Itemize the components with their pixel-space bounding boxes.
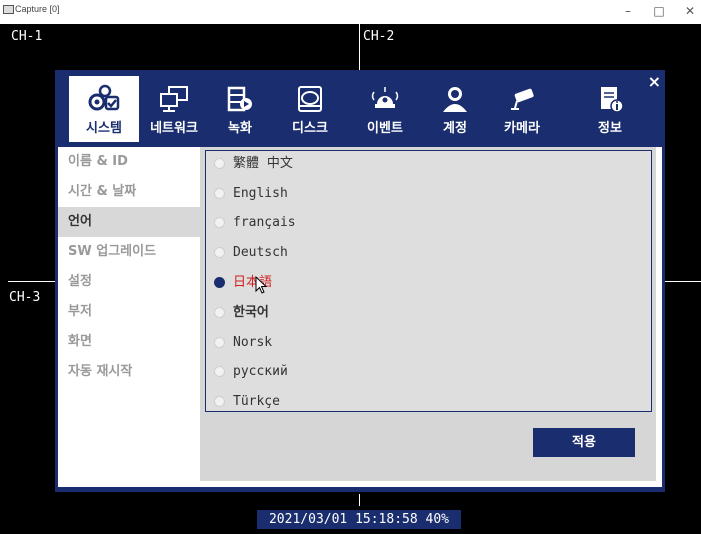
menu-item-time-date[interactable]: 시간 & 날짜 — [58, 177, 200, 207]
status-bar: 2021/03/01 15:18:58 40% — [257, 510, 461, 529]
tab-label: 이벤트 — [367, 121, 403, 136]
tab-info[interactable]: 정보 — [575, 76, 645, 142]
window-title: Capture [0] — [15, 4, 60, 14]
close-window-button[interactable]: ✕ — [679, 2, 701, 20]
radio-button[interactable] — [214, 307, 225, 318]
language-option-english[interactable]: English — [214, 182, 288, 206]
radio-button[interactable] — [214, 337, 225, 348]
tab-label: 시스템 — [86, 121, 122, 136]
language-panel: 繁體 中文 English français Deutsch 日本語 한국어 N… — [200, 147, 656, 481]
tab-account[interactable]: 계정 — [420, 76, 490, 142]
tab-label: 네트워크 — [150, 121, 198, 136]
dialog-body: 이름 & ID 시간 & 날짜 언어 SW 업그레이드 설정 부저 화면 자동 … — [58, 147, 662, 487]
system-menu: 이름 & ID 시간 & 날짜 언어 SW 업그레이드 설정 부저 화면 자동 … — [58, 147, 200, 487]
app-icon — [3, 5, 14, 14]
language-option-german[interactable]: Deutsch — [214, 241, 288, 265]
language-option-turkish[interactable]: Türkçe — [214, 390, 280, 414]
tab-disk[interactable]: 디스크 — [275, 76, 345, 142]
info-icon — [601, 87, 624, 113]
disk-icon — [298, 86, 322, 112]
tab-label: 녹화 — [228, 121, 252, 136]
menu-item-settings[interactable]: 설정 — [58, 267, 200, 297]
storage-percent: 40% — [425, 512, 450, 527]
menu-item-sw-upgrade[interactable]: SW 업그레이드 — [58, 237, 200, 267]
record-icon — [227, 86, 252, 112]
language-list: 繁體 中文 English français Deutsch 日本語 한국어 N… — [205, 150, 652, 412]
radio-button[interactable] — [214, 396, 225, 407]
tab-record[interactable]: 녹화 — [205, 76, 275, 142]
tab-camera[interactable]: 카메라 — [487, 76, 557, 142]
tab-label: 계정 — [443, 121, 467, 136]
radio-button[interactable] — [214, 366, 225, 377]
radio-button-selected[interactable] — [214, 277, 225, 288]
radio-button[interactable] — [214, 188, 225, 199]
language-option-russian[interactable]: русский — [214, 360, 288, 384]
language-option-korean[interactable]: 한국어 — [214, 301, 269, 325]
maximize-button[interactable]: □ — [648, 2, 670, 20]
menu-item-name-id[interactable]: 이름 & ID — [58, 147, 200, 177]
radio-button[interactable] — [214, 158, 225, 169]
grid-divider-vertical-top — [359, 24, 360, 70]
channel-label-1: CH-1 — [11, 29, 43, 44]
apply-button[interactable]: 적용 — [533, 428, 635, 457]
tab-bar: 시스템 네트워크 녹화 디스크 이벤트 계정 카메라 정보 — [55, 70, 665, 144]
radio-button[interactable] — [214, 217, 225, 228]
language-option-norwegian[interactable]: Norsk — [214, 331, 272, 355]
gears-icon — [88, 84, 120, 111]
menu-item-language[interactable]: 언어 — [58, 207, 200, 237]
minimize-button[interactable]: – — [617, 2, 639, 20]
grid-divider-vertical-bottom — [359, 494, 360, 506]
radio-button[interactable] — [214, 247, 225, 258]
window-titlebar: Capture [0] – □ ✕ — [0, 0, 701, 24]
alarm-icon — [371, 87, 399, 108]
tab-label: 카메라 — [504, 121, 540, 136]
tab-system[interactable]: 시스템 — [69, 76, 139, 142]
grid-divider-horizontal-right — [665, 281, 701, 282]
camera-icon — [511, 88, 534, 110]
tab-event[interactable]: 이벤트 — [350, 76, 420, 142]
menu-item-auto-restart[interactable]: 자동 재시작 — [58, 357, 200, 387]
tab-label: 디스크 — [292, 121, 328, 136]
menu-item-buzzer[interactable]: 부저 — [58, 297, 200, 327]
settings-dialog: × 시스템 네트워크 녹화 디스크 이벤트 계정 카메라 정보 이름 & ID … — [55, 70, 665, 492]
user-icon — [443, 87, 467, 112]
channel-label-2: CH-2 — [363, 29, 395, 44]
language-option-french[interactable]: français — [214, 211, 296, 235]
grid-divider-horizontal-left — [8, 281, 55, 282]
datetime-text: 2021/03/01 15:18:58 — [268, 512, 418, 527]
menu-item-display[interactable]: 화면 — [58, 327, 200, 357]
network-icon — [160, 86, 188, 112]
channel-label-3: CH-3 — [9, 290, 41, 305]
language-option-traditional-chinese[interactable]: 繁體 中文 — [214, 152, 293, 176]
tab-label: 정보 — [598, 121, 622, 136]
tab-network[interactable]: 네트워크 — [139, 76, 209, 142]
mouse-cursor-icon — [255, 276, 268, 294]
